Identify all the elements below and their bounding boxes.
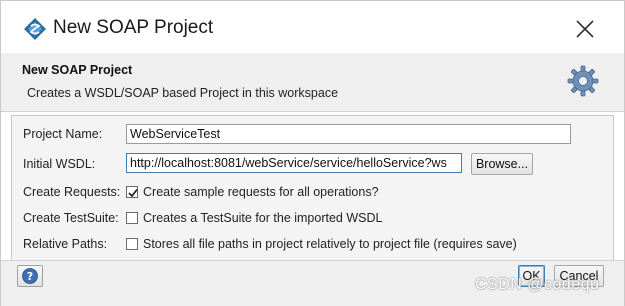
help-button[interactable]: ?: [17, 265, 43, 287]
window-title: New SOAP Project: [53, 17, 214, 38]
relative-paths-label: Relative Paths:: [23, 237, 108, 251]
header-description: Creates a WSDL/SOAP based Project in thi…: [27, 86, 339, 100]
title-bar: New SOAP Project: [1, 1, 624, 53]
relative-paths-option-text: Stores all file paths in project relativ…: [143, 237, 517, 251]
create-testsuite-label: Create TestSuite:: [23, 211, 119, 225]
create-requests-option-text: Create sample requests for all operation…: [143, 185, 379, 199]
create-requests-label: Create Requests:: [23, 185, 121, 199]
create-requests-checkbox[interactable]: [126, 186, 138, 198]
project-name-label: Project Name:: [23, 127, 103, 141]
dialog-header: New SOAP Project Creates a WSDL/SOAP bas…: [1, 53, 624, 112]
initial-wsdl-input[interactable]: http://localhost:8081/webService/service…: [126, 153, 462, 173]
help-icon: ?: [22, 268, 38, 284]
create-testsuite-option-text: Creates a TestSuite for the imported WSD…: [143, 211, 383, 225]
dialog-window: New SOAP Project New SOAP Project Create…: [0, 0, 625, 306]
initial-wsdl-label: Initial WSDL:: [23, 157, 96, 171]
watermark-text: CSDN @codequ: [475, 276, 600, 293]
create-testsuite-checkbox[interactable]: [126, 212, 138, 224]
gear-icon: [567, 65, 599, 97]
browse-button[interactable]: Browse...: [471, 153, 533, 175]
form-panel: Project Name: WebServiceTest Initial WSD…: [11, 115, 614, 261]
close-icon[interactable]: [571, 15, 599, 43]
relative-paths-checkbox[interactable]: [126, 238, 138, 250]
svg-text:?: ?: [27, 270, 33, 283]
header-title: New SOAP Project: [22, 63, 133, 77]
project-name-input[interactable]: WebServiceTest: [126, 124, 571, 144]
checkmark-icon: [128, 188, 138, 198]
soapui-logo-icon: [24, 18, 46, 40]
